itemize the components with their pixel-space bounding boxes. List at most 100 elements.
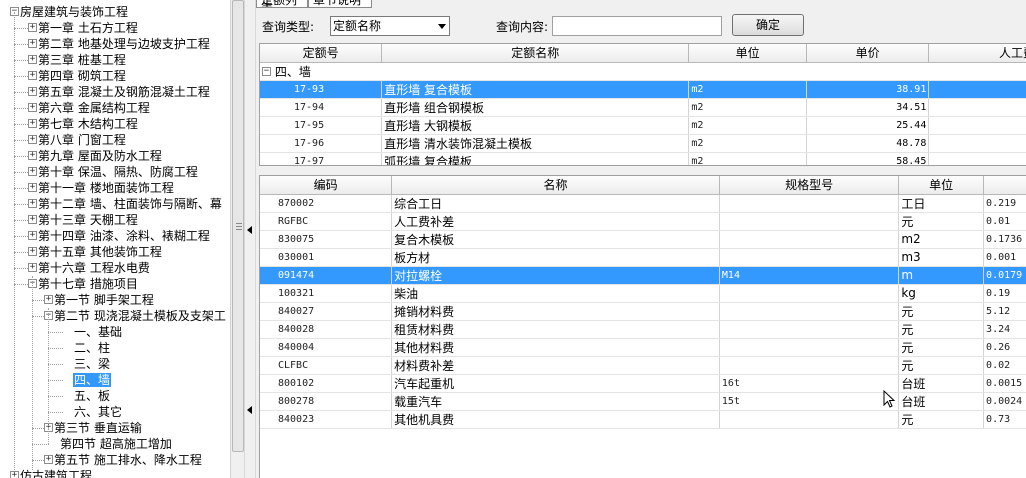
table-row[interactable]: RGFBC 人工费补差 元 0.01 <box>260 212 1026 231</box>
table-row[interactable]: CLFBC 材料费补差 元 0.02 <box>260 356 1026 375</box>
table-row[interactable]: 17-95 直形墙 大钢模板 m2 25.44 <box>260 116 1026 135</box>
tree-item[interactable]: + 第二章 地基处理与边坡支护工程 <box>28 36 211 52</box>
column-header[interactable]: 名称 <box>391 176 720 195</box>
expand-plus-icon[interactable]: + <box>28 263 37 272</box>
tree-item[interactable]: + 第五章 混凝土及钢筋混凝土工程 <box>28 84 211 100</box>
tree-item-label: 第九章 屋面及防水工程 <box>38 149 162 163</box>
tree-item[interactable]: + 第五节 施工排水、降水工程 <box>44 452 203 468</box>
tree-item[interactable]: + 第四章 砌筑工程 <box>28 68 127 84</box>
tree-item[interactable]: 二、柱 <box>63 340 111 356</box>
tree-connector <box>48 308 49 444</box>
table-row[interactable]: 870002 综合工日 工日 0.219 <box>260 194 1026 213</box>
tab-quota-list[interactable]: 定额列表 <box>256 0 308 8</box>
quota-price: 38.91 <box>806 80 930 99</box>
chapter-tree[interactable]: − 房屋建筑与装饰工程 + 第一章 土石方工程 + 第二章 地基处理与边坡支护工程 + 第三章… <box>0 0 230 478</box>
resource-spec <box>719 320 900 339</box>
expand-plus-icon[interactable]: + <box>28 183 37 192</box>
table-row[interactable]: 830075 复合木模板 m2 0.1736 <box>260 230 1026 249</box>
panel-splitter[interactable] <box>244 0 256 478</box>
tree-item[interactable]: + 第十三章 天棚工程 <box>28 212 139 228</box>
tree-item[interactable]: − 第二节 现浇混凝土模板及支架工 <box>44 308 227 324</box>
table-row[interactable]: 840023 其他机具费 元 0.73 <box>260 410 1026 429</box>
main-panel: 定额列表 章节说明 查询类型: 定额名称 查询内容: 确定 定额号 定额名称 单… <box>256 0 1026 478</box>
query-content-input[interactable] <box>552 16 722 36</box>
column-header[interactable]: 单位 <box>898 176 985 195</box>
expand-plus-icon[interactable]: + <box>28 55 37 64</box>
expand-plus-icon[interactable]: + <box>28 39 37 48</box>
tree-item[interactable]: + 第十章 保温、隔热、防腐工程 <box>28 164 199 180</box>
tree-item[interactable]: + 第六章 金属结构工程 <box>28 100 151 116</box>
tree-item[interactable]: + 第一章 土石方工程 <box>28 20 139 36</box>
expand-plus-icon[interactable]: + <box>44 295 53 304</box>
tree-item[interactable]: 一、基础 <box>63 324 123 340</box>
expand-plus-icon[interactable]: + <box>28 151 37 160</box>
tree-item[interactable]: + 仿古建筑工程 <box>10 468 93 478</box>
tree-item[interactable]: + 第一节 脚手架工程 <box>44 292 155 308</box>
table-row[interactable]: 17-96 直形墙 清水装饰混凝土模板 m2 48.78 <box>260 134 1026 153</box>
table-row[interactable]: 100321 柴油 kg 0.19 <box>260 284 1026 303</box>
resource-spec <box>719 194 900 213</box>
tree-item[interactable]: + 第十一章 楼地面装饰工程 <box>28 180 175 196</box>
tree-item[interactable]: + 第十四章 油漆、涂料、裱糊工程 <box>28 228 211 244</box>
query-type-select[interactable]: 定额名称 <box>330 16 450 36</box>
tree-item[interactable]: + 第十二章 墙、柱面装饰与隔断、幕 <box>28 196 223 212</box>
expand-plus-icon[interactable]: + <box>28 103 37 112</box>
collapse-minus-icon[interactable]: − <box>262 66 271 76</box>
table-row[interactable]: 17-94 直形墙 组合钢模板 m2 34.51 <box>260 98 1026 117</box>
tree-scrollbar[interactable] <box>230 0 244 478</box>
confirm-button[interactable]: 确定 <box>732 14 804 36</box>
expand-plus-icon[interactable]: + <box>28 135 37 144</box>
tree-item[interactable]: 四、墙 <box>63 372 112 388</box>
table-row[interactable]: 840028 租赁材料费 元 3.24 <box>260 320 1026 339</box>
table-row[interactable]: 091474 对拉螺栓 M14 m 0.0179 <box>260 266 1026 285</box>
tree-connector <box>14 236 28 237</box>
tree-item[interactable]: + 第九章 屋面及防水工程 <box>28 148 163 164</box>
column-header[interactable]: 人工费 <box>928 44 1026 63</box>
tree-item[interactable]: 三、梁 <box>63 356 111 372</box>
collapse-left-arrow-icon[interactable] <box>247 406 252 414</box>
tree-item[interactable]: − 第十七章 措施项目 <box>28 276 139 292</box>
expand-plus-icon[interactable]: + <box>44 455 53 464</box>
table-row[interactable]: 840027 摊销材料费 元 5.12 <box>260 302 1026 321</box>
expand-plus-icon[interactable]: + <box>28 71 37 80</box>
tree-item[interactable]: 第四节 超高施工增加 <box>49 436 173 452</box>
column-header[interactable]: 单位 <box>688 44 807 63</box>
tree-item[interactable]: + 第三章 桩基工程 <box>28 52 127 68</box>
table-row[interactable]: 800278 载重汽车 15t 台班 0.0024 <box>260 392 1026 411</box>
group-row[interactable]: − 四、墙 <box>260 62 1026 81</box>
table-row[interactable]: 17-93 直形墙 复合模板 m2 38.91 <box>260 80 1026 99</box>
column-header[interactable] <box>983 176 1026 195</box>
expand-plus-icon[interactable]: + <box>10 471 19 478</box>
column-header[interactable]: 规格型号 <box>719 176 900 195</box>
table-row[interactable]: 800102 汽车起重机 16t 台班 0.0015 <box>260 374 1026 393</box>
quota-code: 17-93 <box>260 80 383 99</box>
tree-item[interactable]: + 第八章 门窗工程 <box>28 132 127 148</box>
chevron-down-icon[interactable] <box>438 24 446 29</box>
table-row[interactable]: 030001 板方材 m3 0.001 <box>260 248 1026 267</box>
column-header[interactable]: 定额名称 <box>381 44 690 63</box>
column-header[interactable]: 定额号 <box>260 44 383 63</box>
table-row[interactable]: 17-97 弧形墙 复合模板 m2 58.45 <box>260 152 1026 165</box>
expand-plus-icon[interactable]: + <box>28 23 37 32</box>
expand-plus-icon[interactable]: + <box>28 199 37 208</box>
tree-item[interactable]: + 第十六章 工程水电费 <box>28 260 151 276</box>
quota-unit: m2 <box>688 80 807 99</box>
column-header[interactable]: 单价 <box>806 44 930 63</box>
column-header[interactable]: 编码 <box>260 176 393 195</box>
collapse-left-arrow-icon[interactable] <box>247 226 252 234</box>
expand-plus-icon[interactable]: + <box>28 167 37 176</box>
tree-item[interactable]: 五、板 <box>63 388 111 404</box>
tree-item[interactable]: − 房屋建筑与装饰工程 <box>10 4 129 20</box>
table-row[interactable]: 840004 其他材料费 元 0.26 <box>260 338 1026 357</box>
expand-plus-icon[interactable]: + <box>28 215 37 224</box>
expand-plus-icon[interactable]: + <box>28 247 37 256</box>
tree-item[interactable]: + 第七章 木结构工程 <box>28 116 139 132</box>
expand-plus-icon[interactable]: + <box>28 231 37 240</box>
expand-plus-icon[interactable]: + <box>28 87 37 96</box>
tree-item[interactable]: + 第三节 垂直运输 <box>44 420 143 436</box>
tree-scrollbar-thumb[interactable] <box>232 0 244 452</box>
tree-item[interactable]: + 第十五章 其他装饰工程 <box>28 244 163 260</box>
expand-plus-icon[interactable]: + <box>28 119 37 128</box>
tab-chapter-notes[interactable]: 章节说明 <box>308 0 372 8</box>
tree-item[interactable]: 六、其它 <box>63 404 123 420</box>
